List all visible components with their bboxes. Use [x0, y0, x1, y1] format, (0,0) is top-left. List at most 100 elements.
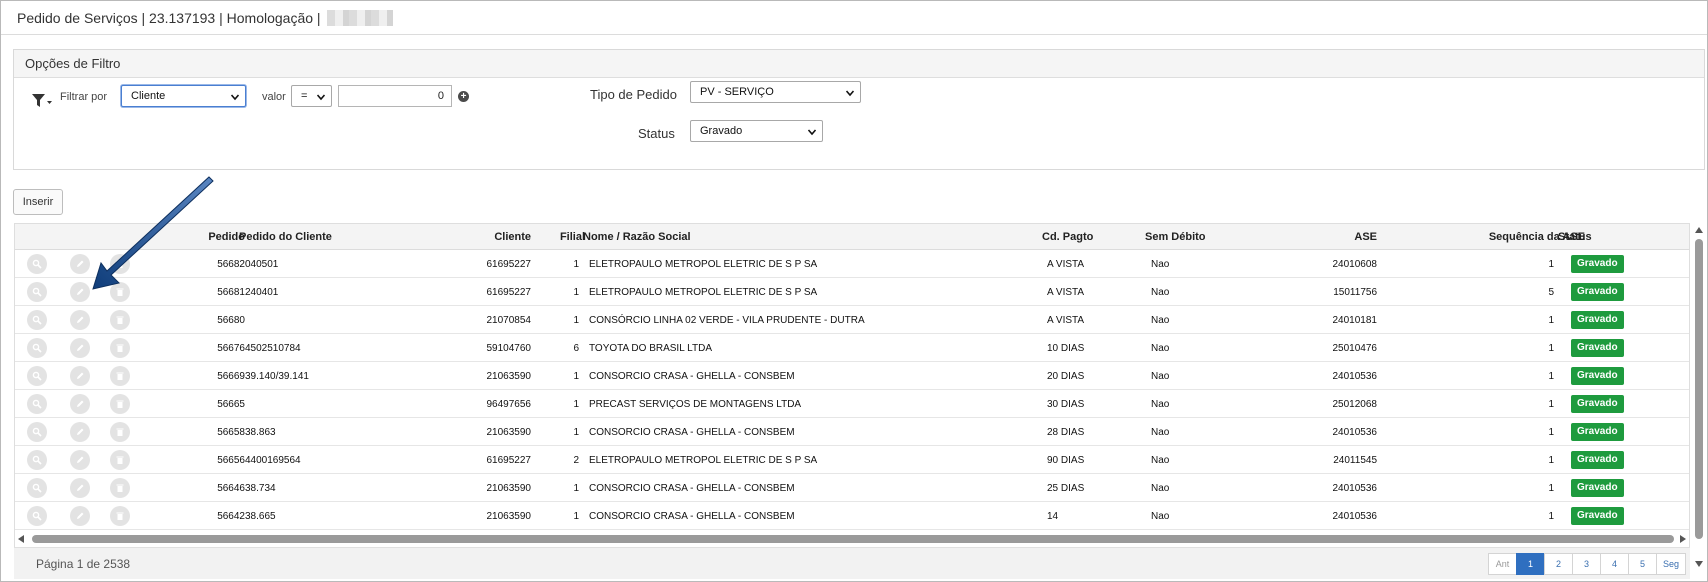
status-badge: Gravado: [1571, 479, 1624, 497]
cell-filial: 1: [573, 371, 579, 382]
orders-table: Pedido Pedido do Cliente Cliente Filial …: [14, 223, 1690, 573]
horizontal-scrollbar[interactable]: [14, 533, 1690, 545]
col-filial[interactable]: Filial: [560, 231, 585, 243]
pager-page[interactable]: 4: [1599, 553, 1629, 575]
cell-cd-pagto: 25 DIAS: [1047, 483, 1085, 494]
cell-ase: 24010536: [1332, 483, 1378, 494]
vertical-scroll-thumb[interactable]: [1695, 239, 1703, 539]
window-title-bar: Pedido de Serviços | 23.137193 | Homolog…: [1, 1, 1707, 35]
edit-icon[interactable]: [70, 394, 90, 414]
filter-by-select[interactable]: Cliente: [121, 85, 246, 107]
edit-icon[interactable]: [70, 422, 90, 442]
filter-funnel-icon[interactable]: [31, 92, 53, 110]
cell-seq-ase: 1: [1548, 259, 1554, 270]
view-icon[interactable]: [27, 506, 47, 526]
add-filter-icon[interactable]: +: [458, 91, 469, 102]
table-row[interactable]: 56665 96497656 1 PRECAST SERVIÇOS DE MONTAG…: [15, 390, 1689, 418]
table-row[interactable]: 56656 4400169564 61695227 2 ELETROPAULO METR…: [15, 446, 1689, 474]
valor-label: valor: [262, 91, 286, 103]
view-icon[interactable]: [27, 310, 47, 330]
col-status[interactable]: Status: [1558, 231, 1592, 243]
cell-pedido-cliente: 4502510784: [245, 343, 301, 354]
pager-page[interactable]: 2: [1543, 553, 1573, 575]
col-cd-pagto[interactable]: Cd. Pagto: [1042, 231, 1093, 243]
edit-icon[interactable]: [70, 478, 90, 498]
status-filter-select[interactable]: Gravado: [690, 120, 823, 142]
redacted-title-segment: [326, 9, 393, 26]
view-icon[interactable]: [27, 254, 47, 274]
table-row[interactable]: 56682 040501 61695227 1 ELETROPAULO METROPOL…: [15, 250, 1689, 278]
view-icon[interactable]: [27, 282, 47, 302]
col-nome[interactable]: Nome / Razão Social: [583, 231, 691, 243]
tipo-pedido-select[interactable]: PV - SERVIÇO: [690, 81, 861, 103]
chevron-down-icon: [317, 94, 325, 101]
filter-value-input[interactable]: 0: [338, 85, 452, 107]
filter-panel-title: Opções de Filtro: [14, 50, 1704, 78]
status-badge: Gravado: [1571, 311, 1624, 329]
tipo-pedido-label: Tipo de Pedido: [590, 87, 677, 102]
cell-nome: CONSORCIO CRASA - GHELLA - CONSBEM: [589, 511, 795, 522]
status-filter-select-value: Gravado: [700, 125, 743, 137]
scroll-left-icon[interactable]: [18, 535, 24, 543]
cell-cd-pagto: 14: [1047, 511, 1059, 522]
scroll-down-icon[interactable]: [1695, 561, 1703, 567]
status-badge: Gravado: [1571, 283, 1624, 301]
cell-ase: 25012068: [1332, 399, 1378, 410]
cell-nome: CONSORCIO CRASA - GHELLA - CONSBEM: [589, 483, 795, 494]
edit-icon[interactable]: [70, 338, 90, 358]
col-pedido-cliente[interactable]: Pedido do Cliente: [239, 231, 332, 243]
delete-icon[interactable]: [110, 450, 130, 470]
delete-icon[interactable]: [110, 394, 130, 414]
table-row[interactable]: 56658 38.863 21063590 1 CONSORCIO CRASA - GH…: [15, 418, 1689, 446]
delete-icon[interactable]: [110, 310, 130, 330]
insert-button[interactable]: Inserir: [13, 189, 63, 215]
scroll-up-icon[interactable]: [1695, 227, 1703, 233]
delete-icon[interactable]: [110, 478, 130, 498]
vertical-scrollbar[interactable]: [1693, 223, 1705, 573]
view-icon[interactable]: [27, 366, 47, 386]
delete-icon[interactable]: [110, 422, 130, 442]
pager-next[interactable]: Seg: [1655, 553, 1686, 575]
cell-cd-pagto: A VISTA: [1047, 287, 1085, 298]
cell-cliente: 61695227: [486, 455, 532, 466]
col-cliente[interactable]: Cliente: [494, 231, 531, 243]
table-row[interactable]: 56642 38.665 21063590 1 CONSORCIO CRASA - GH…: [15, 502, 1689, 530]
horizontal-scroll-thumb[interactable]: [32, 535, 1674, 543]
view-icon[interactable]: [27, 394, 47, 414]
view-icon[interactable]: [27, 450, 47, 470]
pager-page[interactable]: 1: [1515, 553, 1545, 575]
table-row[interactable]: 56669 39.140/39.141 21063590 1 CONSORCIO CRA…: [15, 362, 1689, 390]
pager-prev[interactable]: Ant: [1487, 553, 1517, 575]
delete-icon[interactable]: [110, 366, 130, 386]
scroll-right-icon[interactable]: [1680, 535, 1686, 543]
view-icon[interactable]: [27, 338, 47, 358]
cell-sem-debito: Nao: [1151, 483, 1170, 494]
pager-page[interactable]: 5: [1627, 553, 1657, 575]
edit-icon[interactable]: [70, 366, 90, 386]
status-badge: Gravado: [1571, 339, 1624, 357]
edit-icon[interactable]: [70, 450, 90, 470]
filter-panel: Opções de Filtro Filtrar por Cliente val…: [13, 49, 1705, 170]
status-badge: Gravado: [1571, 507, 1624, 525]
table-row[interactable]: 56646 38.734 21063590 1 CONSORCIO CRASA - GH…: [15, 474, 1689, 502]
table-row[interactable]: 56676 4502510784 59104760 6 TOYOTA DO BRASIL…: [15, 334, 1689, 362]
col-sem-debito[interactable]: Sem Débito: [1145, 231, 1206, 243]
edit-icon[interactable]: [70, 506, 90, 526]
operator-select[interactable]: =: [291, 85, 332, 107]
view-icon[interactable]: [27, 422, 47, 442]
delete-icon[interactable]: [110, 506, 130, 526]
pager-page[interactable]: 3: [1571, 553, 1601, 575]
edit-icon[interactable]: [70, 310, 90, 330]
status-badge: Gravado: [1571, 255, 1624, 273]
chevron-down-icon: [231, 94, 239, 101]
delete-icon[interactable]: [110, 338, 130, 358]
table-row[interactable]: 56681 240401 61695227 1 ELETROPAULO METROPOL…: [15, 278, 1689, 306]
cell-pedido-cliente: 38.734: [245, 483, 276, 494]
col-ase[interactable]: ASE: [1354, 231, 1377, 243]
view-icon[interactable]: [27, 478, 47, 498]
cell-ase: 24010608: [1332, 259, 1378, 270]
cell-cliente: 59104760: [486, 343, 532, 354]
status-badge: Gravado: [1571, 423, 1624, 441]
table-row[interactable]: 56680 21070854 1 CONSÓRCIO LINHA 02 VERDE -…: [15, 306, 1689, 334]
cell-filial: 2: [573, 455, 579, 466]
